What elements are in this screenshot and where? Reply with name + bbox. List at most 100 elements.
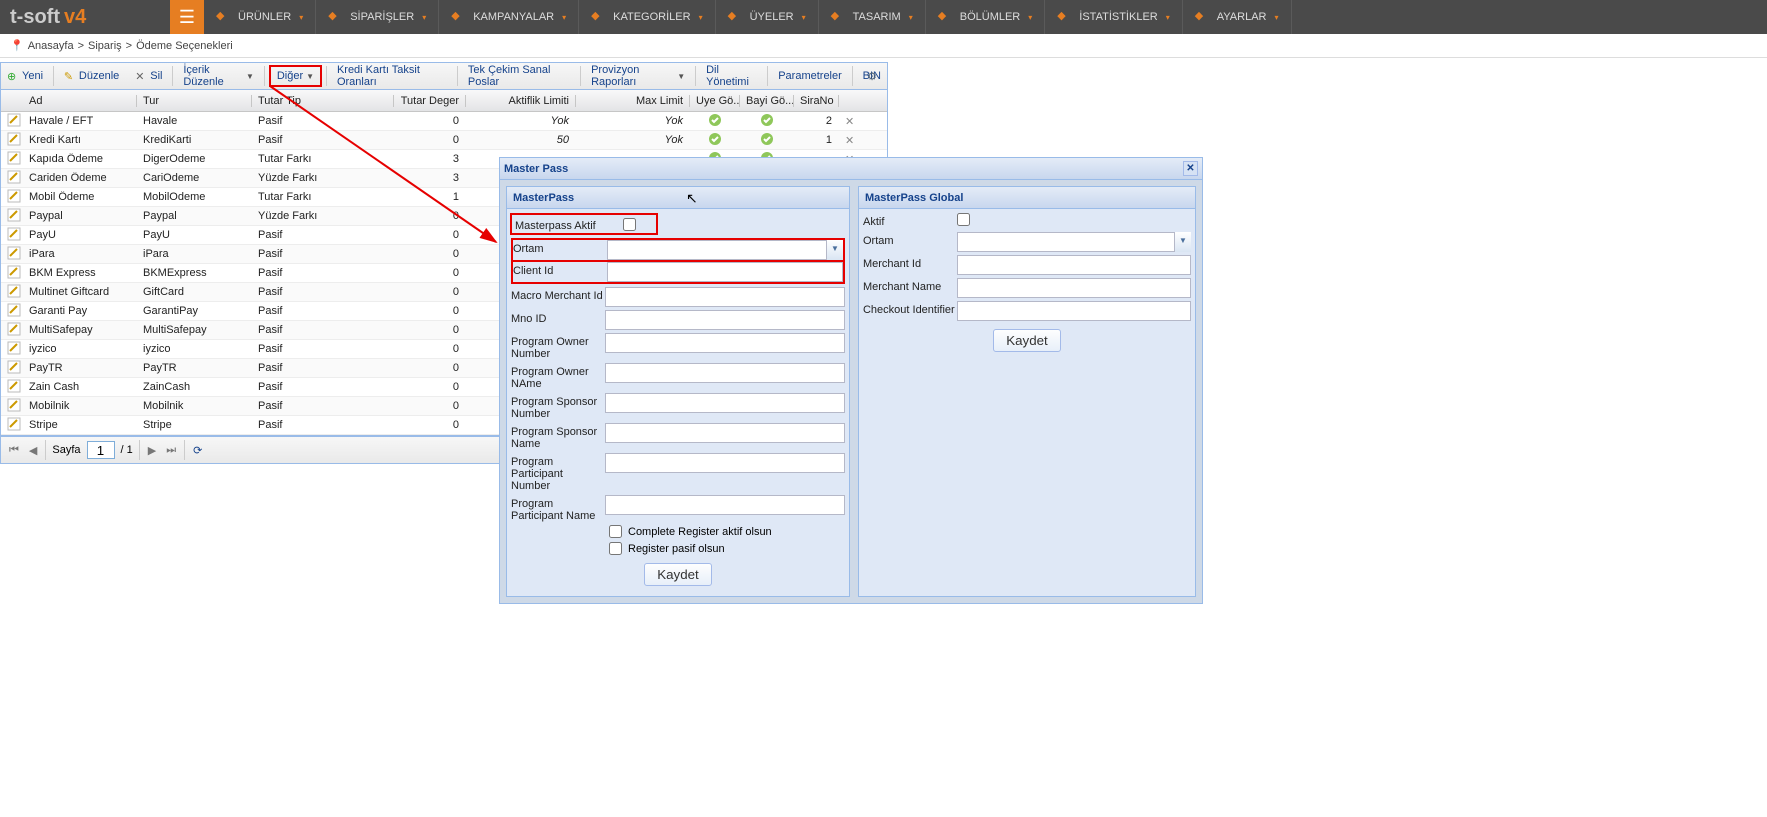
global-ortam-combo[interactable]: ▼ (957, 232, 1191, 252)
logo-text: t-soft (10, 6, 60, 29)
poname-input[interactable] (605, 363, 845, 383)
ortam-combo[interactable]: ▼ (607, 240, 843, 260)
caret-down-icon: ▾ (422, 13, 426, 22)
toolbar: ⊕Yeni ✎Düzenle ✕Sil İçerik Düzenle▼ Diğe… (0, 62, 888, 90)
caret-down-icon: ▾ (909, 13, 913, 22)
gear-button[interactable]: ⚙ (861, 67, 883, 86)
col-sira[interactable]: SiraNo (794, 95, 839, 107)
hamburger-button[interactable]: ☰ (170, 0, 204, 34)
edit-icon (7, 284, 21, 298)
psname-input[interactable] (605, 423, 845, 443)
ppname-input[interactable] (605, 495, 845, 515)
row-edit-button[interactable] (1, 170, 23, 187)
edit-button[interactable]: ✎Düzenle (58, 67, 125, 85)
clientid-input[interactable] (607, 262, 843, 282)
col-ak[interactable]: Aktiflik Limiti (466, 95, 576, 107)
new-button[interactable]: ⊕Yeni (1, 67, 49, 85)
merchantid-input[interactable] (957, 255, 1191, 275)
caret-down-icon: ▾ (699, 13, 703, 22)
merchantname-input[interactable] (957, 278, 1191, 298)
breadcrumb-2[interactable]: Ödeme Seçenekleri (136, 40, 233, 52)
complete-register-checkbox[interactable] (609, 525, 622, 538)
row-edit-button[interactable] (1, 132, 23, 149)
row-delete-button[interactable]: ✕ (839, 115, 861, 128)
ppn-input[interactable] (605, 453, 845, 473)
window-titlebar[interactable]: Master Pass ✕ (500, 158, 1202, 180)
breadcrumb-1[interactable]: Sipariş (88, 40, 122, 52)
row-edit-button[interactable] (1, 360, 23, 377)
masterpass-panel: MasterPass Masterpass Aktif Ortam ▼ Clie… (506, 186, 850, 597)
complete-register-label: Complete Register aktif olsun (628, 526, 772, 538)
psn-input[interactable] (605, 393, 845, 413)
col-deg[interactable]: Tutar Deger (394, 95, 466, 107)
row-edit-button[interactable] (1, 341, 23, 358)
nav-icon: ◆ (451, 9, 467, 25)
nav-kampanyalar[interactable]: ◆KAMPANYALAR▾ (439, 0, 579, 34)
combo-trigger-icon[interactable]: ▼ (1174, 232, 1191, 252)
col-tur[interactable]: Tur (137, 95, 252, 107)
global-aktif-checkbox[interactable] (957, 213, 970, 226)
virtual-pos-button[interactable]: Tek Çekim Sanal Poslar (462, 61, 576, 91)
row-edit-button[interactable] (1, 303, 23, 320)
save-button-left[interactable]: Kaydet (644, 563, 712, 586)
row-edit-button[interactable] (1, 246, 23, 263)
nav-si̇pari̇şler[interactable]: ◆SİPARİŞLER▾ (316, 0, 439, 34)
refresh-button[interactable]: ⟳ (191, 442, 204, 459)
row-edit-button[interactable] (1, 417, 23, 434)
checkout-input[interactable] (957, 301, 1191, 321)
nav-üyeler[interactable]: ◆ÜYELER▾ (716, 0, 819, 34)
row-edit-button[interactable] (1, 208, 23, 225)
row-edit-button[interactable] (1, 227, 23, 244)
save-button-right[interactable]: Kaydet (993, 329, 1061, 352)
row-edit-button[interactable] (1, 322, 23, 339)
mno-input[interactable] (605, 310, 845, 330)
page-input[interactable] (87, 441, 115, 459)
other-button[interactable]: Diğer▼ (269, 65, 322, 87)
register-passive-checkbox[interactable] (609, 542, 622, 555)
row-edit-button[interactable] (1, 151, 23, 168)
nav-ürünler[interactable]: ◆ÜRÜNLER▾ (204, 0, 316, 34)
row-delete-button[interactable]: ✕ (839, 134, 861, 147)
breadcrumb-home[interactable]: Anasayfa (28, 40, 74, 52)
nav-ayarlar[interactable]: ◆AYARLAR▾ (1183, 0, 1292, 34)
row-edit-button[interactable] (1, 379, 23, 396)
row-edit-button[interactable] (1, 265, 23, 282)
edit-icon (7, 170, 21, 184)
delete-button[interactable]: ✕Sil (129, 67, 168, 85)
col-ad[interactable]: Ad (23, 95, 137, 107)
table-row[interactable]: Kredi KartıKrediKartiPasif050Yok1✕ (1, 131, 887, 150)
combo-trigger-icon[interactable]: ▼ (826, 240, 843, 260)
nav-bölümler[interactable]: ◆BÖLÜMLER▾ (926, 0, 1046, 34)
col-max[interactable]: Max Limit (576, 95, 690, 107)
prev-page-button[interactable]: ◀ (27, 442, 39, 459)
row-edit-button[interactable] (1, 398, 23, 415)
nav-i̇stati̇sti̇kler[interactable]: ◆İSTATİSTİKLER▾ (1045, 0, 1182, 34)
next-page-button[interactable]: ▶ (146, 442, 158, 459)
first-page-button[interactable]: ⏮ (7, 442, 21, 459)
card-rates-button[interactable]: Kredi Kartı Taksit Oranları (331, 61, 453, 91)
masterpass-aktif-checkbox[interactable] (623, 218, 636, 231)
checkout-label: Checkout Identifier (863, 301, 957, 316)
content-edit-button[interactable]: İçerik Düzenle▼ (177, 61, 260, 91)
global-ortam-input[interactable] (957, 232, 1191, 252)
col-tip[interactable]: Tutar Tip (252, 95, 394, 107)
provision-button[interactable]: Provizyon Raporları▼ (585, 61, 691, 91)
ppname-label: Program Participant Name (511, 495, 605, 522)
row-edit-button[interactable] (1, 113, 23, 130)
pon-input[interactable] (605, 333, 845, 353)
col-bayi[interactable]: Bayi Gö... (740, 95, 794, 107)
row-edit-button[interactable] (1, 189, 23, 206)
nav-kategori̇ler[interactable]: ◆KATEGORİLER▾ (579, 0, 715, 34)
row-edit-button[interactable] (1, 284, 23, 301)
nav-tasarim[interactable]: ◆TASARIM▾ (819, 0, 926, 34)
macro-input[interactable] (605, 287, 845, 307)
col-uye[interactable]: Uye Gö... (690, 95, 740, 107)
table-row[interactable]: Havale / EFTHavalePasif0YokYok2✕ (1, 112, 887, 131)
close-button[interactable]: ✕ (1183, 161, 1198, 176)
param-button[interactable]: Parametreler (772, 67, 848, 85)
pencil-icon: ✎ (64, 70, 76, 82)
merchantname-label: Merchant Name (863, 278, 957, 293)
last-page-button[interactable]: ⏭ (164, 442, 178, 459)
ortam-input[interactable] (607, 240, 843, 260)
lang-button[interactable]: Dil Yönetimi (700, 61, 763, 91)
